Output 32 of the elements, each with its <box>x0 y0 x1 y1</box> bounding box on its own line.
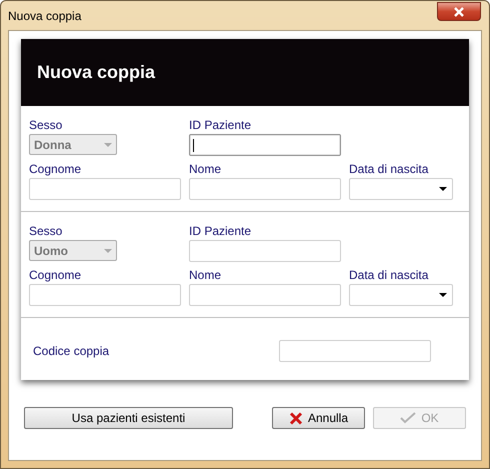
caret-icon <box>104 248 112 252</box>
field-label: Data di nascita <box>349 268 430 282</box>
close-icon <box>453 6 465 16</box>
field-label: Sesso <box>29 118 64 132</box>
field-label: Nome <box>189 268 222 282</box>
cancel-button[interactable]: Annulla <box>272 407 365 429</box>
field-label: Data di nascita <box>349 162 430 176</box>
cross-icon <box>288 412 303 424</box>
date-dropdown[interactable] <box>349 178 453 200</box>
field-label: Nome <box>189 162 222 176</box>
field-label: Cognome <box>29 268 82 282</box>
field-label: ID Paziente <box>189 224 252 238</box>
header-title: Nuova coppia <box>37 62 156 83</box>
field-label: ID Paziente <box>189 118 252 132</box>
field-label: Codice coppia <box>33 344 110 358</box>
patient-id-field[interactable] <box>189 134 341 156</box>
field-label: Cognome <box>29 162 82 176</box>
name-field[interactable] <box>189 178 341 200</box>
surname-field[interactable] <box>29 284 181 306</box>
use-existing-button[interactable]: Usa pazienti esistenti <box>24 407 233 429</box>
date-dropdown[interactable] <box>349 284 453 306</box>
name-field[interactable] <box>189 284 341 306</box>
patient-id-field[interactable] <box>189 240 341 262</box>
caret-icon <box>439 293 447 297</box>
close-button[interactable] <box>437 2 481 21</box>
checkmark-icon <box>400 412 416 424</box>
caret-icon <box>439 187 447 191</box>
window-title: Nuova coppia <box>8 8 82 22</box>
surname-field[interactable] <box>29 178 181 200</box>
couple-code-field[interactable] <box>279 340 431 362</box>
field-label: Sesso <box>29 224 64 238</box>
caret-icon <box>104 142 112 146</box>
